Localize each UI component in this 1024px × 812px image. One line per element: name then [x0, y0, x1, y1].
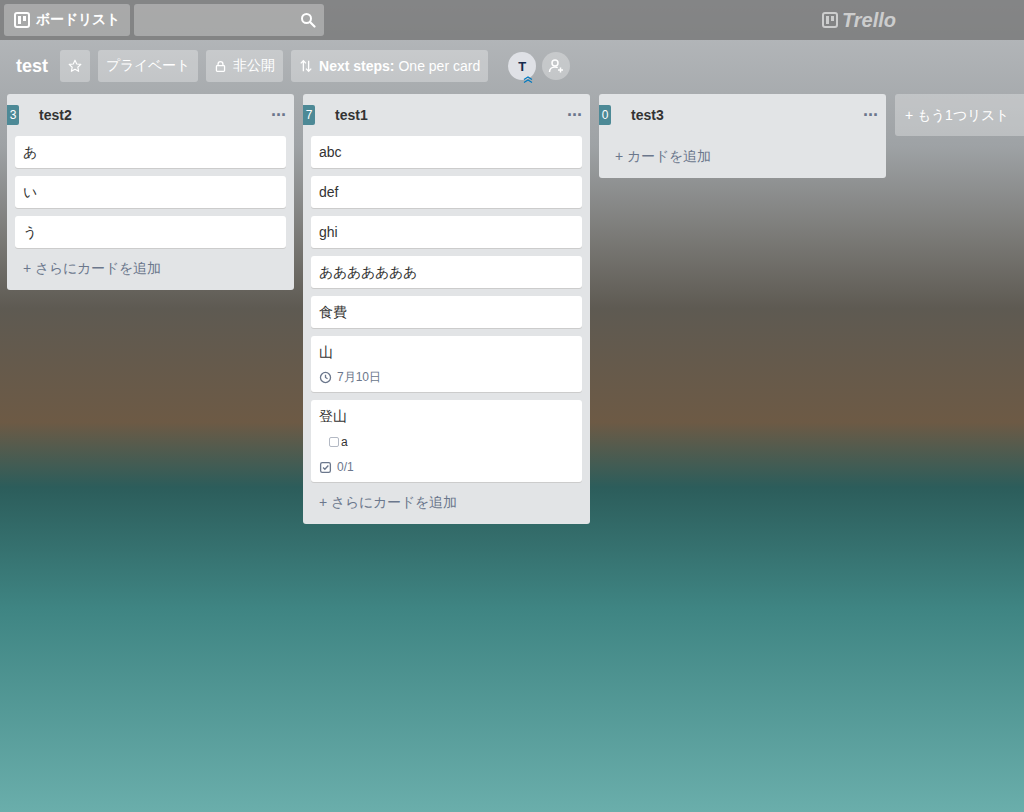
card-title: あああああああ: [319, 262, 574, 282]
logo-text: Trello: [842, 9, 896, 32]
card[interactable]: 食費: [311, 296, 582, 328]
card[interactable]: abc: [311, 136, 582, 168]
list-title[interactable]: test2: [27, 107, 263, 123]
checkbox-icon[interactable]: [329, 437, 339, 447]
card[interactable]: あああああああ: [311, 256, 582, 288]
board-header: testプライベート非公開Next steps:One per cardT: [0, 40, 1024, 88]
card-title: ghi: [319, 222, 574, 242]
card-title: abc: [319, 142, 574, 162]
card[interactable]: ghi: [311, 216, 582, 248]
clock-icon: [319, 371, 332, 384]
list-title[interactable]: test3: [619, 107, 855, 123]
card-title: 食費: [319, 302, 574, 322]
boards-label: ボードリスト: [36, 11, 120, 29]
checklist-icon: [319, 461, 332, 474]
list-area: 3 test2 ··· あいう + さらにカードを追加 7 test1 ··· abc def gh…: [0, 88, 1024, 524]
card[interactable]: 登山 a 0/1: [311, 400, 582, 482]
search-field[interactable]: [134, 4, 324, 36]
boards-button[interactable]: ボードリスト: [4, 4, 130, 36]
admin-icon: [523, 76, 533, 83]
card[interactable]: def: [311, 176, 582, 208]
list[interactable]: 0 test3 ··· + カードを追加: [599, 94, 886, 178]
list-menu-button[interactable]: ···: [567, 105, 582, 126]
list-title[interactable]: test1: [323, 107, 559, 123]
star-button[interactable]: [60, 50, 90, 82]
next-steps-label: Next steps:: [319, 58, 394, 74]
next-steps-value: One per card: [398, 58, 480, 74]
add-list-button[interactable]: + もう1つリスト: [895, 94, 1024, 136]
list-header: 3 test2 ···: [7, 94, 286, 136]
sort-icon: [299, 59, 313, 73]
visibility-button[interactable]: プライベート: [98, 50, 198, 82]
trello-logo[interactable]: Trello: [822, 9, 896, 32]
card-title: 山: [319, 342, 574, 362]
card[interactable]: 山 7月10日: [311, 336, 582, 392]
star-icon: [68, 59, 82, 73]
member-list: T: [508, 52, 570, 80]
checklist-badge: 0/1: [319, 458, 354, 476]
list[interactable]: 3 test2 ··· あいう + さらにカードを追加: [7, 94, 294, 290]
due-date-badge: 7月10日: [319, 368, 381, 386]
list-header: 0 test3 ···: [599, 94, 878, 136]
board-title[interactable]: test: [16, 56, 48, 77]
top-bar: ボードリスト Trello: [0, 0, 1024, 40]
card-title: う: [23, 222, 278, 242]
add-member-button[interactable]: [542, 52, 570, 80]
card-count-badge: 0: [599, 105, 611, 125]
trello-logo-icon: [822, 12, 838, 28]
list-menu-button[interactable]: ···: [863, 105, 878, 126]
next-steps-button[interactable]: Next steps:One per card: [291, 50, 488, 82]
add-card-button[interactable]: + カードを追加: [607, 136, 878, 174]
member-avatar[interactable]: T: [508, 52, 536, 80]
list-header: 7 test1 ···: [303, 94, 582, 136]
card-title: い: [23, 182, 278, 202]
board-icon: [14, 12, 30, 28]
card[interactable]: い: [15, 176, 286, 208]
card-title: あ: [23, 142, 278, 162]
card[interactable]: う: [15, 216, 286, 248]
list-menu-button[interactable]: ···: [271, 105, 286, 126]
card-count-badge: 7: [303, 105, 315, 125]
card-count-badge: 3: [7, 105, 19, 125]
privacy-button[interactable]: 非公開: [206, 50, 283, 82]
board-page: ボードリストTrellotestプライベート非公開Next steps:One …: [0, 0, 1024, 812]
search-icon: [300, 12, 316, 28]
add-member-icon: [548, 58, 564, 74]
checklist-item[interactable]: a: [319, 432, 574, 452]
add-card-button[interactable]: + さらにカードを追加: [15, 248, 286, 286]
card[interactable]: あ: [15, 136, 286, 168]
card-title: 登山: [319, 406, 574, 426]
list[interactable]: 7 test1 ··· abc def ghi あああああああ食費山 7月10日登山 a 0/1 +…: [303, 94, 590, 524]
card-title: def: [319, 182, 574, 202]
add-card-button[interactable]: + さらにカードを追加: [311, 482, 582, 520]
lock-icon: [214, 60, 227, 73]
